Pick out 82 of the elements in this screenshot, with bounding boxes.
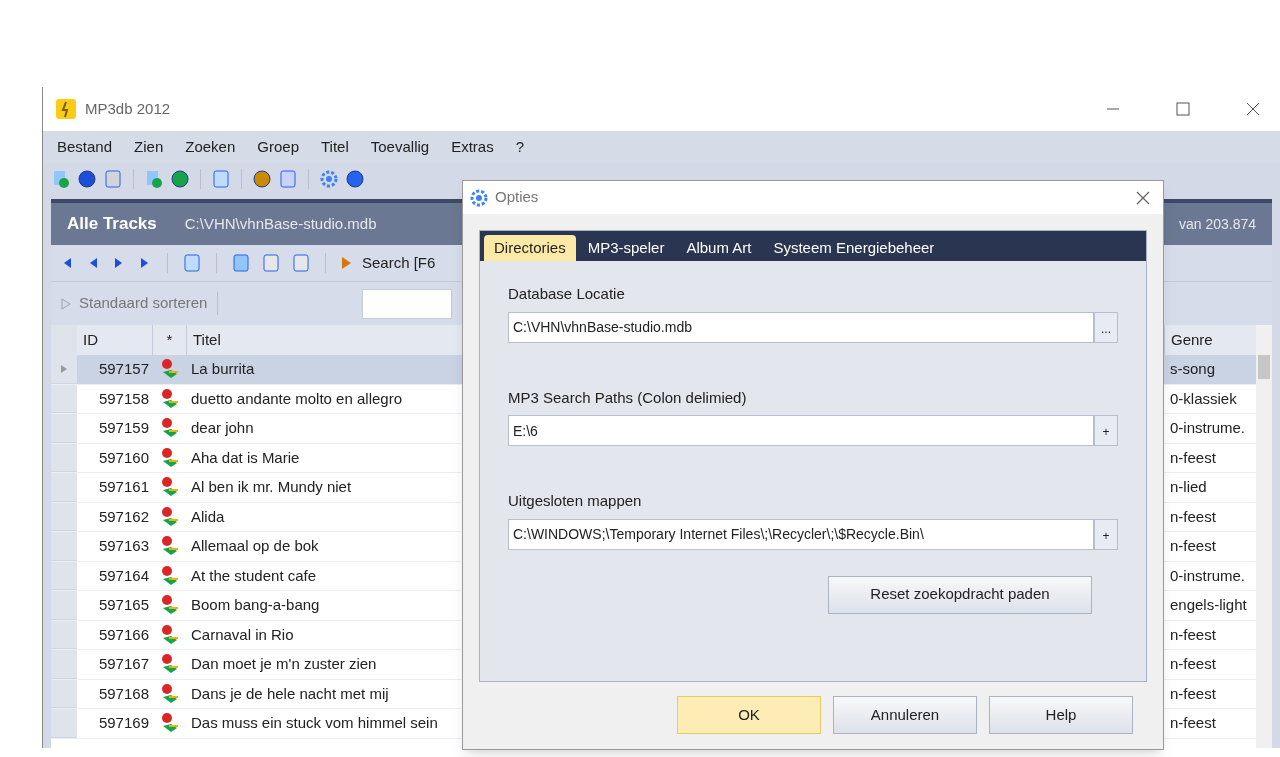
id-cell-text: 597165 [97,595,150,615]
id-cell-text: 597160 [97,447,150,468]
reset-button[interactable]: Reset zoekopdracht paden [828,575,1092,614]
field-label: Database Locatie [508,284,626,304]
menu-item[interactable]: Groep [257,135,299,159]
id-cell-text: 597168 [97,683,150,704]
genre-cell-text: n-feest [1169,624,1217,645]
menu-item[interactable]: ? [515,135,524,159]
tab[interactable]: Album Art [676,235,762,261]
dialog-button[interactable]: Annuleren [833,696,977,734]
browse-button[interactable]: + [1094,415,1118,446]
title-cell-text: Aha dat is Marie [190,447,301,468]
close-icon[interactable] [1246,102,1260,116]
row-pointer-icon [61,364,67,373]
app-icon [55,98,77,120]
id-cell-text: 597169 [97,713,150,733]
tab[interactable]: MP3-speler [577,235,675,261]
title-cell-text: Dans je de hele nacht met mij [190,683,390,704]
genre-cell-text: n-feest [1169,536,1217,556]
genre-cell-text: n-feest [1169,683,1217,704]
field-label: Uitgesloten mappen [508,491,643,511]
id-cell-text: 597162 [97,506,150,527]
play-icon[interactable] [340,256,352,270]
path-field[interactable]: E:\6 [508,415,1094,446]
genre-cell-text: n-feest [1169,506,1217,527]
id-cell-text: 597166 [97,624,150,645]
settings-icon[interactable] [319,169,339,189]
title-cell-text: Carnaval in Rio [190,624,295,645]
tab[interactable]: Directories [484,235,576,261]
path-field[interactable]: C:\WINDOWS;\Temporary Internet Files\;\Recycler\;\$Recycle.Bin\ [508,518,1094,550]
settings-icon[interactable] [469,187,489,208]
dialog-button[interactable]: OK [677,696,821,734]
id-cell-text: 597161 [97,477,150,497]
title-cell-text: Das muss ein stuck vom himmel sein [190,713,439,733]
id-cell-text: 597167 [97,654,150,674]
field-label: MP3 Search Paths (Colon delimied) [508,387,748,408]
dialog-button[interactable]: Help [989,696,1133,734]
genre-cell-text: 0-klassiek [1169,388,1238,409]
track-count: van 203.874 [1178,214,1256,234]
genre-cell-text: n-lied [1169,477,1208,497]
id-cell-text: 597159 [97,418,150,438]
tab[interactable]: Systeem Energiebeheer [763,235,945,261]
title-cell-text: Al ben ik mr. Mundy niet [190,477,353,497]
title-cell-text: dear john [190,418,255,438]
maximize-icon[interactable] [1176,102,1190,116]
title-cell-text: Dan moet je m'n zuster zien [190,654,378,674]
path-field[interactable]: C:\VHN\vhnBase-studio.mdb [508,311,1094,343]
menu-item[interactable]: Zoeken [185,135,236,159]
browse-button[interactable]: + [1094,518,1118,550]
menu-item[interactable]: Titel [321,135,349,159]
id-cell-text: 597164 [97,565,150,586]
column-header[interactable]: Titel [187,325,463,355]
genre-cell-text: engels-light [1169,595,1248,615]
title-cell-text: Allemaal op de bok [190,536,320,556]
window-title: MP3db 2012 [85,98,171,119]
panel-title: Alle Tracks [67,213,157,236]
menu-item[interactable]: Extras [451,135,494,159]
menu-item[interactable]: Zien [134,135,164,159]
close-icon[interactable] [1135,189,1151,206]
browse-button[interactable]: ... [1094,311,1118,343]
scrollbar[interactable] [1256,325,1272,748]
title-cell-text: Boom bang-a-bang [190,595,321,615]
title-cell-text: Alida [190,506,226,527]
id-cell-text: 597158 [97,388,150,409]
title-cell-text: duetto andante molto en allegro [190,388,403,409]
menu-item[interactable]: Toevallig [370,135,430,159]
database-path: C:\VHN\vhnBase-studio.mdb [184,213,377,234]
id-cell-text: 597163 [97,536,150,556]
filter-field[interactable] [362,288,453,319]
id-cell-text: 597157 [97,359,150,379]
genre-cell-text: 0-instrume. [1169,565,1247,586]
play-icon[interactable] [61,297,71,310]
genre-cell-text: n-feest [1169,654,1217,674]
genre-cell-text: n-feest [1169,713,1217,733]
dialog-title: Opties [495,187,539,208]
genre-cell-text: 0-instrume. [1169,418,1247,438]
search-label[interactable]: Search [F6 [362,251,436,275]
title-cell-text: La burrita [190,359,256,379]
genre-cell-text: s-song [1169,359,1217,379]
genre-cell-text: n-feest [1169,447,1217,468]
menu-item[interactable]: Bestand [57,135,113,159]
title-cell-text: At the student cafe [190,565,318,586]
